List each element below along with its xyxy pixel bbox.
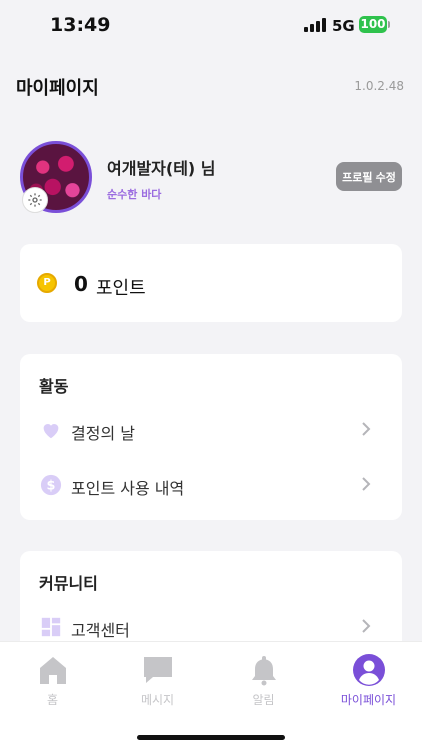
signal-icon — [304, 18, 326, 32]
status-time: 13:49 — [50, 14, 111, 36]
message-icon — [144, 657, 172, 683]
profile-subtitle: 순수한 바다 — [107, 188, 162, 201]
battery-icon: 100 — [359, 16, 387, 33]
tab-message[interactable]: 메시지 — [105, 642, 210, 717]
menu-item-label: 고객센터 — [71, 621, 130, 640]
battery-tip — [388, 21, 390, 28]
profile-icon — [353, 654, 385, 686]
tab-label: 마이페이지 — [340, 693, 397, 707]
status-bar: 13:49 5G 100 — [0, 0, 422, 50]
tab-bar: 홈 메시지 알림 마이페이지 — [0, 641, 422, 750]
profile-nickname: 여개발자(테) 님 — [107, 159, 216, 178]
home-icon — [40, 657, 66, 684]
svg-text:$: $ — [47, 479, 56, 494]
menu-item-point-history[interactable]: $ 포인트 사용 내역 — [20, 462, 402, 506]
tab-mypage[interactable]: 마이페이지 — [316, 642, 421, 717]
edit-profile-button[interactable]: 프로필 수정 — [336, 162, 402, 191]
activity-title: 활동 — [39, 377, 69, 396]
avatar[interactable] — [20, 141, 92, 213]
points-card[interactable]: P 0 포인트 — [20, 244, 402, 322]
home-indicator — [137, 735, 285, 740]
points-value: 0 — [74, 272, 88, 296]
chevron-right-icon — [362, 422, 371, 436]
activity-card: 활동 결정의 날 $ 포인트 사용 내역 — [20, 354, 402, 520]
menu-item-label: 결정의 날 — [71, 424, 135, 443]
tab-label: 메시지 — [140, 693, 175, 707]
community-title: 커뮤니티 — [39, 574, 98, 593]
tab-label: 홈 — [46, 693, 59, 707]
page-title: 마이페이지 — [16, 78, 99, 99]
app-version: 1.0.2.48 — [354, 79, 404, 93]
heart-icon — [43, 424, 59, 439]
grid-icon — [41, 617, 61, 637]
gear-icon[interactable] — [22, 187, 48, 213]
dollar-icon: $ — [40, 474, 62, 496]
coin-icon: P — [37, 273, 57, 293]
tab-notification[interactable]: 알림 — [211, 642, 316, 717]
menu-item-label: 포인트 사용 내역 — [71, 479, 185, 498]
chevron-right-icon — [362, 477, 371, 491]
bell-icon — [252, 656, 276, 686]
tab-home[interactable]: 홈 — [0, 642, 105, 717]
chevron-right-icon — [362, 619, 371, 633]
tab-label: 알림 — [252, 693, 275, 707]
points-unit: 포인트 — [96, 278, 146, 299]
network-label: 5G — [332, 17, 355, 35]
menu-item-decision-day[interactable]: 결정의 날 — [20, 407, 402, 451]
